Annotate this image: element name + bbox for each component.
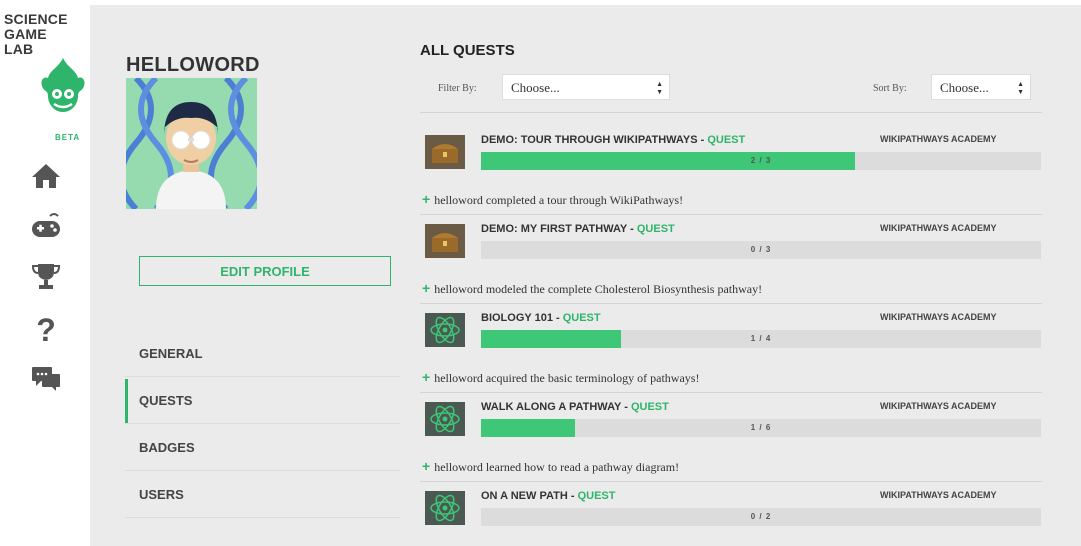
quest-name: DEMO: MY FIRST PATHWAY bbox=[481, 223, 628, 235]
quest-type: QUEST bbox=[707, 134, 746, 146]
main-panel: HELLOWORD EDIT PROFILE GENERAL QUESTS BA… bbox=[90, 5, 1081, 546]
sort-select[interactable]: Choose... ▲ ▼ bbox=[931, 74, 1031, 100]
filter-label: Filter By: bbox=[438, 83, 477, 94]
trophy-icon[interactable] bbox=[28, 260, 64, 292]
divider bbox=[420, 214, 1042, 215]
quest-progress-bar: 1 / 4 bbox=[481, 330, 1041, 348]
quest-title[interactable]: WALK ALONG A PATHWAY - QUEST bbox=[481, 401, 669, 413]
atom-icon bbox=[425, 402, 465, 436]
activity-item: + helloword acquired the basic terminolog… bbox=[422, 369, 699, 386]
activity-text: helloword learned how to read a pathway … bbox=[434, 460, 680, 474]
quest-title[interactable]: DEMO: TOUR THROUGH WIKIPATHWAYS - QUEST bbox=[481, 134, 745, 146]
divider bbox=[420, 112, 1042, 113]
brand-line-1: SCIENCE bbox=[4, 11, 68, 27]
quest-academy: WIKIPATHWAYS ACADEMY bbox=[880, 312, 997, 322]
brand-line-3: LAB bbox=[4, 41, 34, 57]
profile-nav-general[interactable]: GENERAL bbox=[125, 330, 400, 377]
quest-academy: WIKIPATHWAYS ACADEMY bbox=[880, 223, 997, 233]
gamepad-icon[interactable] bbox=[28, 210, 64, 242]
chat-icon[interactable] bbox=[28, 362, 64, 394]
profile-nav-users[interactable]: USERS bbox=[125, 471, 400, 518]
quest-progress-count: 2 / 3 bbox=[750, 156, 772, 165]
quest-academy: WIKIPATHWAYS ACADEMY bbox=[880, 401, 997, 411]
quest-name: ON A NEW PATH bbox=[481, 490, 568, 502]
home-icon[interactable] bbox=[28, 160, 64, 192]
quest-progress-bar: 0 / 2 bbox=[481, 508, 1041, 526]
plus-icon: + bbox=[422, 458, 431, 474]
treasure-chest-icon bbox=[425, 135, 465, 169]
divider bbox=[420, 392, 1042, 393]
quest-academy: WIKIPATHWAYS ACADEMY bbox=[880, 490, 997, 500]
activity-text: helloword modeled the complete Cholester… bbox=[434, 282, 763, 296]
brand-line-2: GAME bbox=[4, 26, 47, 42]
quest-title[interactable]: ON A NEW PATH - QUEST bbox=[481, 490, 615, 502]
plus-icon: + bbox=[422, 191, 431, 207]
quest-type: QUEST bbox=[630, 401, 669, 413]
quest-name: WALK ALONG A PATHWAY bbox=[481, 401, 622, 413]
plus-icon: + bbox=[422, 369, 431, 385]
avatar bbox=[126, 78, 257, 209]
activity-item: + helloword learned how to read a pathway… bbox=[422, 458, 679, 475]
flask-logo-icon[interactable] bbox=[38, 56, 88, 118]
help-icon[interactable]: ? bbox=[28, 312, 64, 344]
sort-select-value: Choose... bbox=[940, 80, 989, 95]
quest-progress-count: 1 / 4 bbox=[750, 334, 772, 343]
quest-progress-count: 1 / 6 bbox=[750, 423, 772, 432]
sort-label: Sort By: bbox=[873, 83, 907, 94]
plus-icon: + bbox=[422, 280, 431, 296]
divider bbox=[420, 481, 1042, 482]
activity-text: helloword completed a tour through WikiP… bbox=[434, 193, 684, 207]
atom-icon bbox=[425, 491, 465, 525]
profile-username: HELLOWORD bbox=[126, 54, 260, 76]
beta-badge: BETA bbox=[55, 133, 81, 142]
quest-progress-count: 0 / 3 bbox=[750, 245, 772, 254]
quest-title[interactable]: DEMO: MY FIRST PATHWAY - QUEST bbox=[481, 223, 675, 235]
quest-type: QUEST bbox=[562, 312, 601, 324]
activity-text: helloword acquired the basic terminology… bbox=[434, 371, 700, 385]
app-sidebar: SCIENCE GAME LAB BETA ? bbox=[0, 0, 90, 546]
quest-name: DEMO: TOUR THROUGH WIKIPATHWAYS bbox=[481, 134, 698, 146]
svg-text:?: ? bbox=[36, 312, 56, 344]
activity-item: + helloword completed a tour through Wiki… bbox=[422, 191, 683, 208]
profile-nav-quests[interactable]: QUESTS bbox=[125, 377, 400, 424]
activity-item: + helloword modeled the complete Choleste… bbox=[422, 280, 762, 297]
brand-name[interactable]: SCIENCE GAME LAB bbox=[4, 12, 68, 57]
profile-nav: GENERAL QUESTS BADGES USERS bbox=[125, 330, 400, 518]
quest-title[interactable]: BIOLOGY 101 - QUEST bbox=[481, 312, 601, 324]
treasure-chest-icon bbox=[425, 224, 465, 258]
quest-type: QUEST bbox=[577, 490, 616, 502]
quests-title: ALL QUESTS bbox=[420, 42, 515, 59]
quest-progress-bar: 1 / 6 bbox=[481, 419, 1041, 437]
select-arrows-icon: ▲ ▼ bbox=[1017, 80, 1024, 96]
quest-name: BIOLOGY 101 bbox=[481, 312, 553, 324]
edit-profile-button[interactable]: EDIT PROFILE bbox=[139, 256, 391, 286]
divider bbox=[420, 303, 1042, 304]
filter-select-value: Choose... bbox=[511, 80, 560, 95]
select-arrows-icon: ▲ ▼ bbox=[656, 80, 663, 96]
filter-select[interactable]: Choose... ▲ ▼ bbox=[502, 74, 670, 100]
atom-icon bbox=[425, 313, 465, 347]
quest-progress-bar: 0 / 3 bbox=[481, 241, 1041, 259]
quest-progress-count: 0 / 2 bbox=[750, 512, 772, 521]
quest-progress-bar: 2 / 3 bbox=[481, 152, 1041, 170]
quest-type: QUEST bbox=[636, 223, 675, 235]
profile-nav-badges[interactable]: BADGES bbox=[125, 424, 400, 471]
quest-academy: WIKIPATHWAYS ACADEMY bbox=[880, 134, 997, 144]
